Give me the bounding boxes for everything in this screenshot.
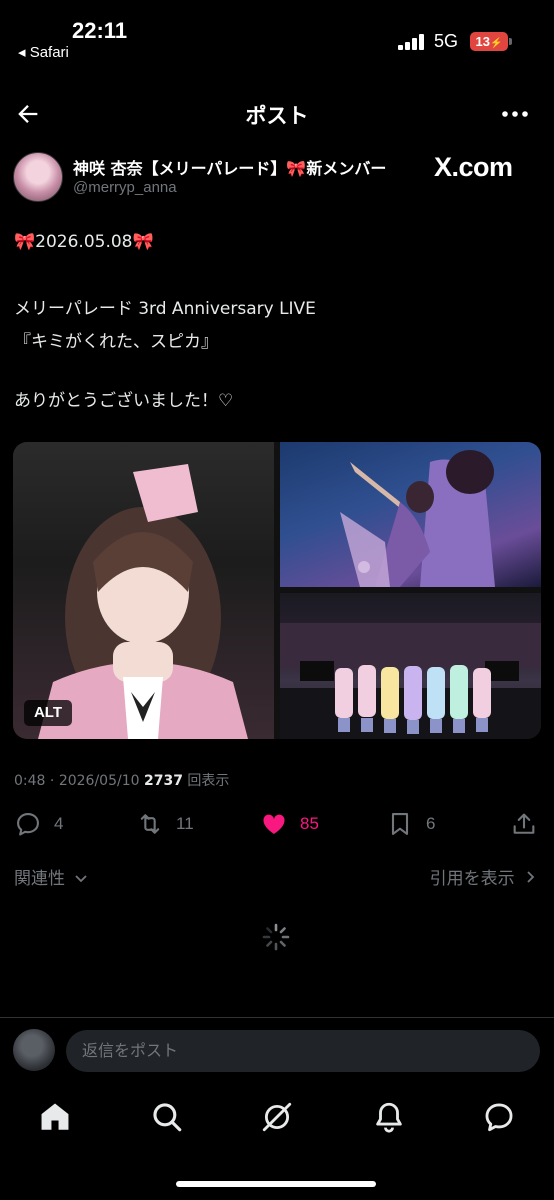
repost-count: 11 [176, 814, 194, 833]
battery-tip [509, 38, 512, 45]
chevron-right-icon [527, 871, 535, 883]
media-photo-portrait[interactable]: ALT [13, 442, 274, 739]
loading-spinner-icon [262, 923, 290, 951]
views-label: 回表示 [182, 773, 230, 789]
post-text-event: メリーパレード 3rd Anniversary LIVE [14, 299, 316, 319]
sort-relevance-dropdown[interactable]: 関連性 [14, 864, 88, 889]
post-text-title: 『キミがくれた、スピカ』 [14, 332, 218, 352]
repost-button[interactable]: 11 [136, 808, 194, 840]
media-photo-stage[interactable] [280, 442, 541, 587]
post-meta: 0:48 · 2026/05/10 2737 回表示 [14, 770, 229, 790]
page-title: ポスト [245, 104, 309, 128]
home-indicator[interactable] [176, 1181, 376, 1187]
reply-count: 4 [54, 814, 64, 833]
reply-input[interactable]: 返信をポスト [66, 1030, 540, 1072]
view-quotes-link[interactable]: 引用を表示 [430, 864, 536, 889]
network-type: 5G [434, 31, 459, 51]
quotes-label: 引用を表示 [429, 869, 515, 889]
back-to-safari-link[interactable]: ◂ Safari [18, 43, 69, 61]
media-photo-group[interactable] [280, 593, 541, 739]
bookmark-count: 6 [426, 814, 436, 833]
stage-illustration [340, 450, 495, 587]
search-icon[interactable] [150, 1100, 184, 1134]
bell-icon[interactable] [372, 1100, 406, 1134]
media-grid: ALT [13, 442, 541, 739]
reply-bar: 返信をポスト [0, 1017, 554, 1083]
group-photo-illustration [280, 623, 541, 739]
heart-icon [263, 814, 285, 834]
views-count: 2737 [143, 773, 183, 789]
post-date: 2026/05/10 [58, 773, 140, 789]
bookmark-button[interactable]: 6 [386, 808, 435, 840]
author-name[interactable]: 神咲 杏奈【メリーパレード】🎀新メンバー [73, 155, 386, 179]
cellular-signal-icon [398, 34, 426, 50]
messages-icon[interactable] [482, 1100, 516, 1134]
meta-separator: · [45, 773, 59, 789]
grok-icon[interactable] [260, 1100, 294, 1134]
post-time: 0:48 [14, 773, 46, 789]
like-count: 85 [300, 814, 319, 833]
more-horizontal-icon[interactable] [500, 100, 530, 128]
post-text-date: 🎀2026.05.08🎀 [14, 232, 154, 252]
alt-badge[interactable]: ALT [24, 700, 72, 726]
portrait-illustration [38, 464, 248, 739]
share-icon [513, 813, 535, 834]
like-button[interactable]: 85 [260, 808, 319, 840]
battery-icon: 13⚡ [470, 32, 508, 51]
author-handle[interactable]: @merryp_anna [73, 179, 177, 196]
battery-level: 13 [475, 34, 490, 49]
sort-label: 関連性 [14, 869, 65, 889]
x-com-logo: X.com [434, 152, 513, 182]
share-button[interactable] [510, 808, 538, 840]
bottom-tab-bar [0, 1090, 554, 1150]
home-icon[interactable] [38, 1100, 72, 1134]
status-time: 22:11 [72, 18, 128, 43]
current-user-avatar[interactable] [13, 1029, 55, 1071]
reply-button[interactable]: 4 [14, 808, 63, 840]
chevron-down-icon [75, 875, 88, 883]
bookmark-icon [391, 813, 409, 835]
repost-icon [140, 814, 160, 834]
status-bar: 22:11 ◂ Safari 5G 13⚡ [0, 0, 554, 70]
reply-icon [17, 813, 39, 836]
nav-header: ポスト [0, 88, 554, 140]
author-avatar[interactable] [13, 152, 63, 202]
post-text-thanks: ありがとうございました！♡ [14, 391, 234, 411]
